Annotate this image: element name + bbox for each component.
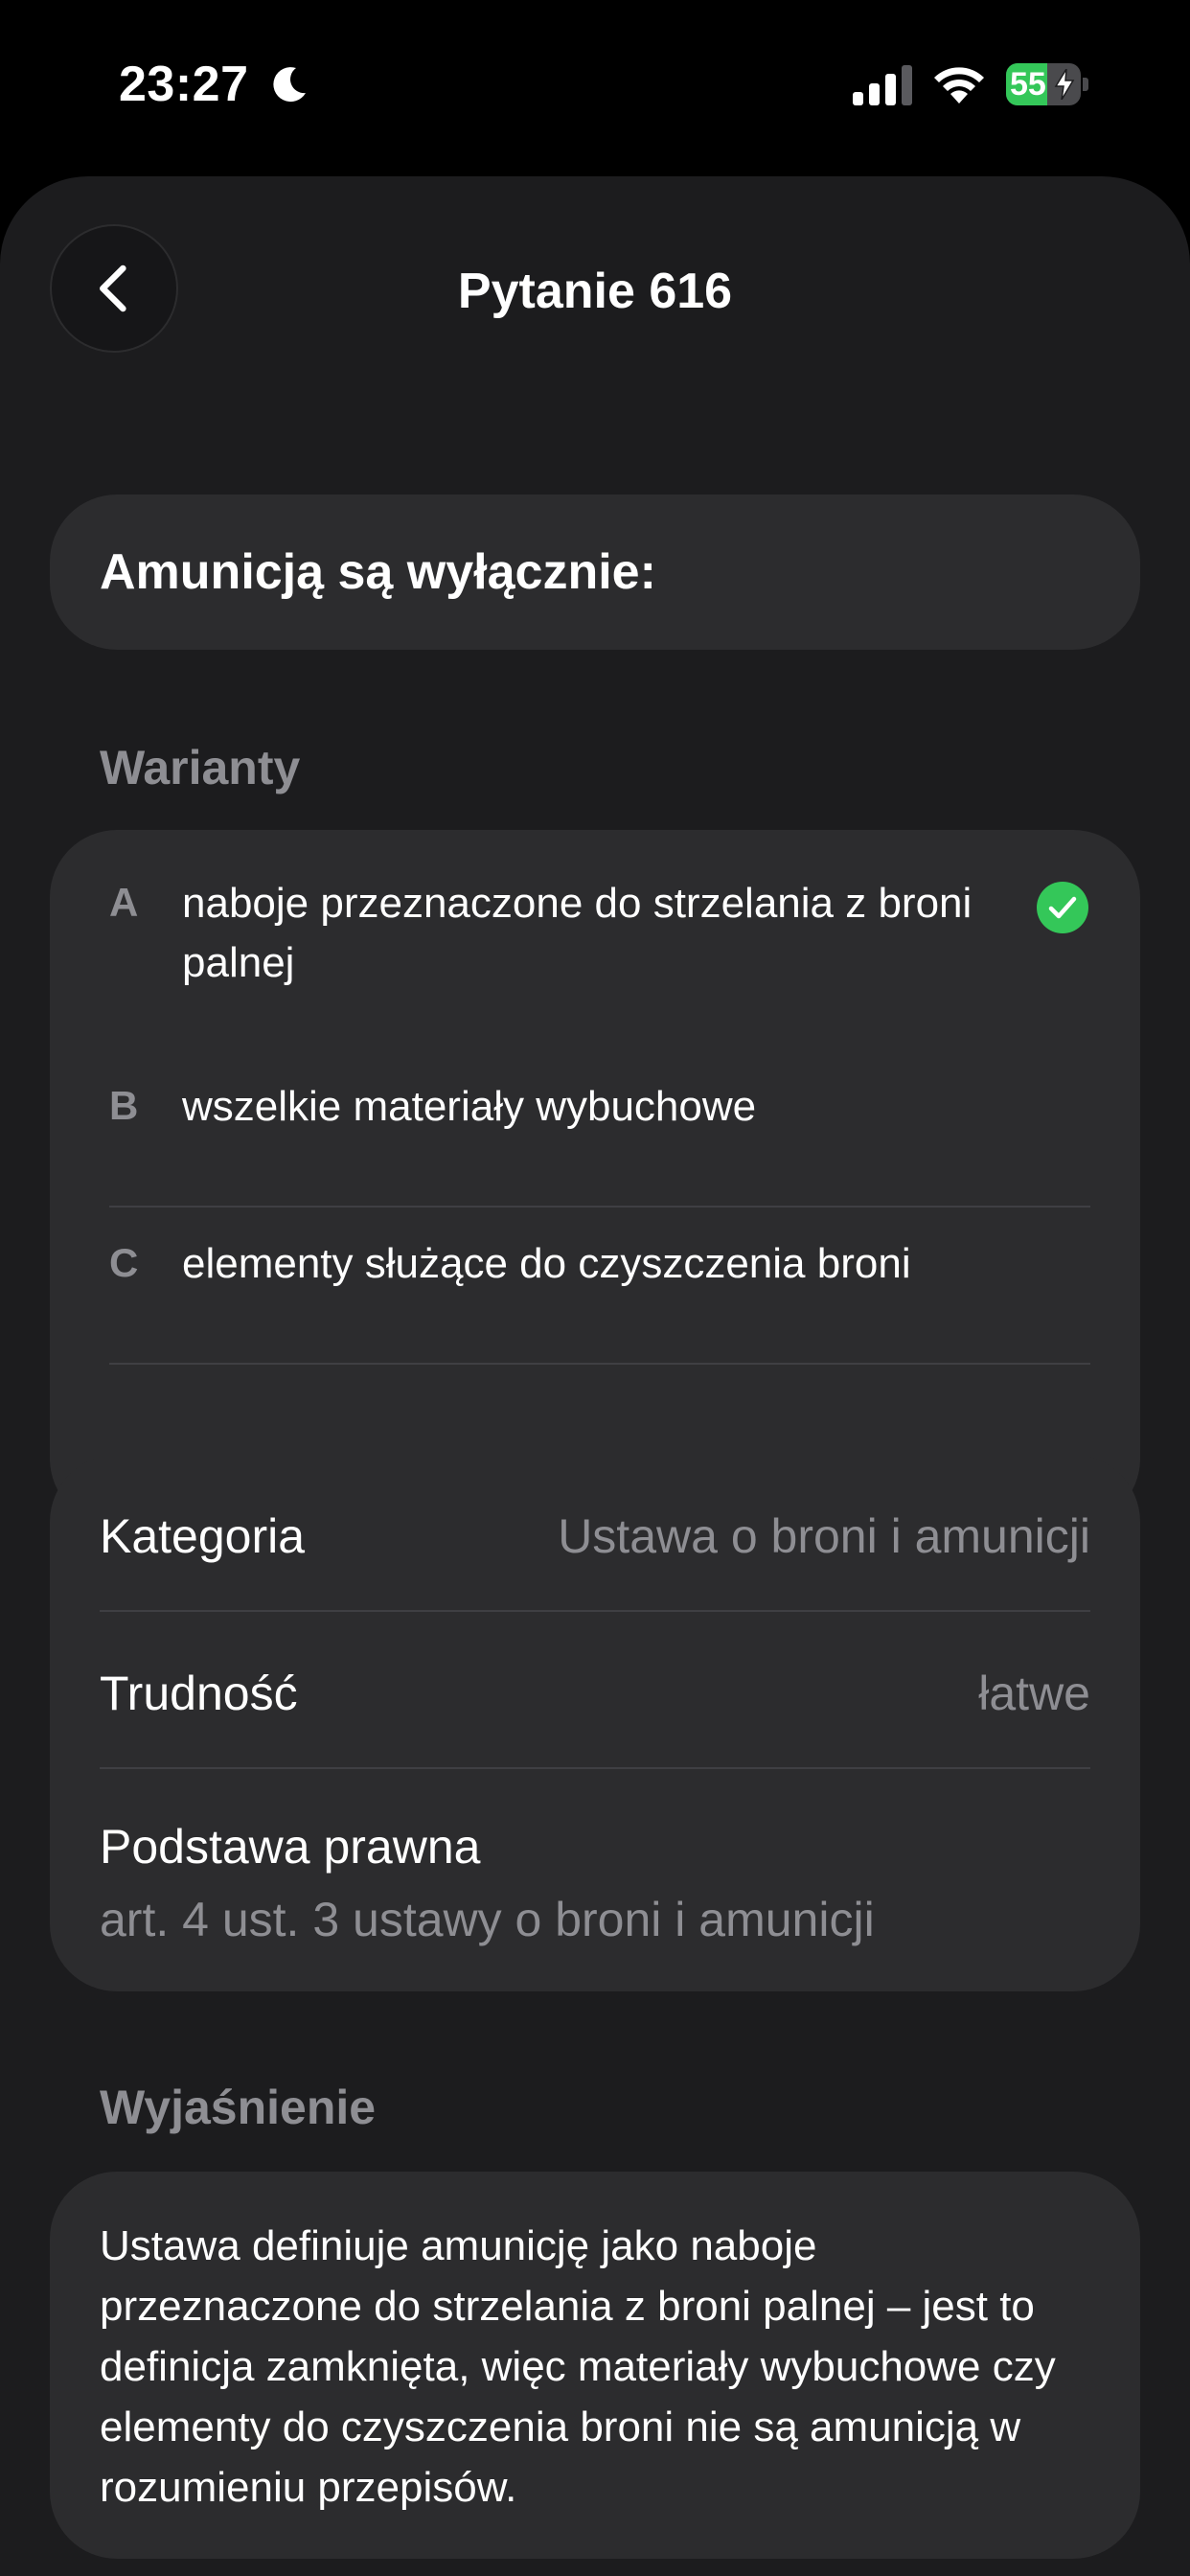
category-label: Kategoria (100, 1509, 306, 1563)
page-title: Pytanie 616 (457, 264, 733, 319)
explanation-text: Ustawa definiuje amunicję jako naboje pr… (100, 2222, 1056, 2511)
bolt-icon (1054, 69, 1075, 100)
wifi-icon (934, 67, 984, 104)
battery-level: 55 (1010, 66, 1046, 103)
option-row-c[interactable]: C elementy służące do czyszczenia broni (50, 1190, 1140, 1347)
category-value: Ustawa o broni i amunicji (558, 1509, 1090, 1563)
info-divider (100, 1610, 1090, 1612)
option-letter: A (109, 880, 139, 925)
option-divider (109, 1363, 1090, 1365)
difficulty-label: Trudność (100, 1667, 298, 1720)
status-time: 23:27 (119, 57, 249, 112)
option-row-b[interactable]: B wszelkie materiały wybuchowe (50, 1033, 1140, 1190)
options-card: A naboje przeznaczone do strzelania z br… (50, 830, 1140, 1526)
difficulty-value: łatwe (978, 1667, 1090, 1720)
option-text: naboje przeznaczone do strzelania z bron… (182, 880, 973, 986)
option-row-a[interactable]: A naboje przeznaczone do strzelania z br… (50, 830, 1140, 1033)
battery-cap (1083, 78, 1088, 91)
status-bar: 23:27 55 (0, 0, 1190, 172)
explanation-section-title: Wyjaśnienie (100, 2081, 377, 2134)
info-card: Kategoria Ustawa o broni i amunicji Trud… (50, 1455, 1140, 1991)
battery-body: 55 (1006, 63, 1081, 105)
info-divider (100, 1767, 1090, 1769)
legal-basis-value: art. 4 ust. 3 ustawy o broni i amunicji (100, 1893, 875, 1946)
checkmark-circle-icon (1037, 882, 1088, 933)
option-letter: C (109, 1240, 139, 1285)
battery-icon: 55 (1006, 63, 1088, 105)
moon-icon (273, 67, 306, 103)
question-sheet: Pytanie 616 Amunicją są wyłącznie: Waria… (0, 176, 1190, 2576)
legal-basis-label: Podstawa prawna (100, 1820, 481, 1874)
options-section-title: Warianty (100, 741, 301, 794)
explanation-card: Ustawa definiuje amunicję jako naboje pr… (50, 2172, 1140, 2559)
signal-icon (853, 65, 912, 105)
option-text: wszelkie materiały wybuchowe (182, 1083, 757, 1130)
option-letter: B (109, 1083, 139, 1128)
question-text: Amunicją są wyłącznie: (100, 544, 656, 600)
question-card: Amunicją są wyłącznie: (50, 494, 1140, 650)
option-text: elementy służące do czyszczenia broni (182, 1240, 911, 1287)
